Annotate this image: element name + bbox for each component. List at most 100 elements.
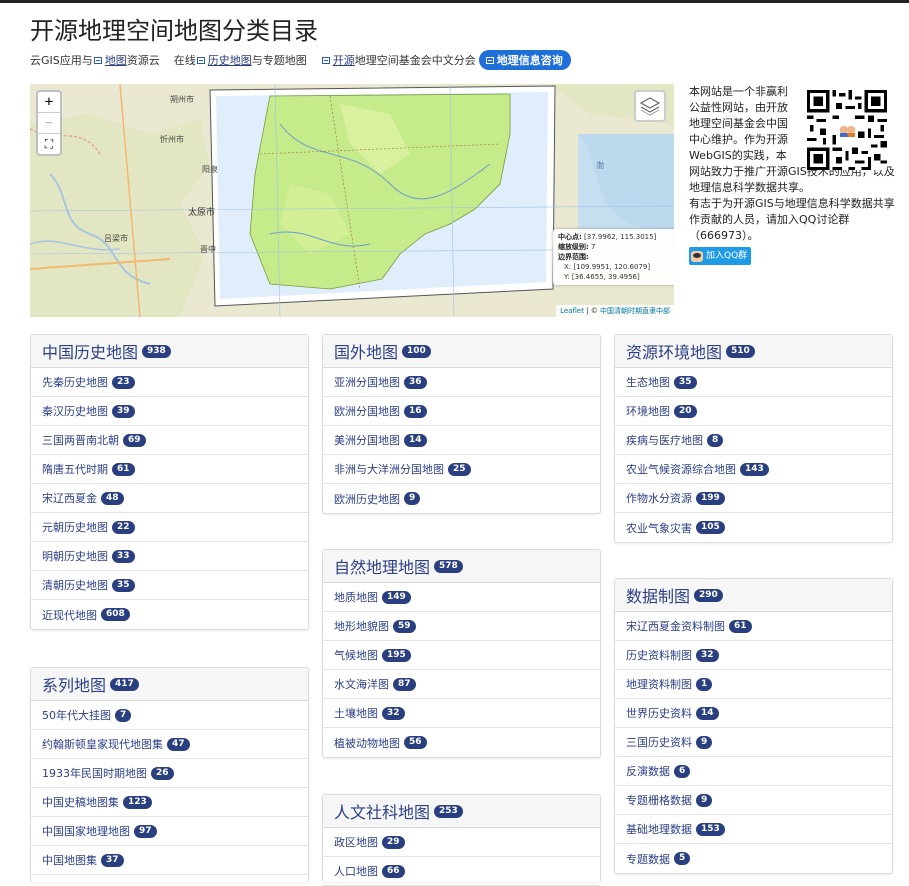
list-item[interactable]: 中国史稿地图集 123: [31, 788, 308, 817]
panel-title[interactable]: 自然地理地图: [334, 554, 430, 578]
list-item[interactable]: 地质地图 149: [323, 583, 600, 612]
panel-humanities: 人文社科地图 253 政区地图 29 人口地图 66: [322, 794, 601, 886]
count-badge: 36: [404, 375, 427, 389]
map-label-yangquan: 阳泉: [202, 165, 218, 174]
list-item[interactable]: 中国国家地理地图 97: [31, 817, 308, 846]
list-item[interactable]: 元朝历史地图 22: [31, 513, 308, 542]
list-item[interactable]: 农业气象灾害 105: [615, 513, 892, 542]
list-item[interactable]: 历史资料制图 32: [615, 641, 892, 670]
map-view[interactable]: 朔州市 忻州市 太原市 吕梁市 阳泉 晋中 渤 + − ⛶ 中心点: [37.9…: [30, 84, 674, 317]
item-label: 地理资料制图: [626, 678, 692, 691]
count-badge: 14: [404, 433, 427, 447]
list-item[interactable]: 地理资料制图 1: [615, 670, 892, 699]
list-item[interactable]: 宋辽西夏金资料制图 61: [615, 612, 892, 641]
list-item[interactable]: 欧洲历史地图 9: [323, 484, 600, 513]
list-item[interactable]: 环境地图 20: [615, 397, 892, 426]
count-badge: 153: [696, 822, 725, 836]
item-label: 明朝历史地图: [42, 550, 108, 563]
list-item[interactable]: 50年代大挂图 7: [31, 701, 308, 730]
count-badge: 61: [112, 462, 135, 476]
panel-title[interactable]: 国外地图: [334, 339, 398, 363]
list-item[interactable]: 非洲与大洋洲分国地图 25: [323, 455, 600, 484]
count-badge: 35: [112, 578, 135, 592]
osgeo-link[interactable]: 开源: [333, 52, 355, 68]
list-item[interactable]: 世界历史资料 14: [615, 699, 892, 728]
item-label: 农业气象灾害: [626, 521, 692, 535]
subtitle-text-4: 与专题地图: [251, 54, 307, 67]
top-bar: [0, 0, 909, 3]
item-label: 水文海洋图: [334, 678, 389, 691]
list-item[interactable]: 隋唐五代时期 61: [31, 455, 308, 484]
layers-button[interactable]: [634, 90, 666, 122]
leaflet-link[interactable]: Leaflet: [560, 307, 584, 315]
count-badge: 26: [151, 766, 174, 780]
count-badge: 32: [382, 706, 405, 720]
item-label: 地质地图: [334, 591, 378, 604]
list-item[interactable]: 疾病与医疗地图 8: [615, 426, 892, 455]
list-item[interactable]: 明朝历史地图 33: [31, 542, 308, 571]
list-item[interactable]: 约翰斯顿皇家现代地图集 47: [31, 730, 308, 759]
panel-header: 国外地图 100: [323, 335, 600, 368]
count-badge: 938: [142, 344, 171, 358]
fullscreen-button[interactable]: ⛶: [38, 134, 60, 154]
list-item[interactable]: 欧洲分国地图 16: [323, 397, 600, 426]
item-label: 基础地理数据: [626, 823, 692, 836]
list-item[interactable]: 水文海洋图 87: [323, 670, 600, 699]
list-item[interactable]: 清朝历史地图 35: [31, 571, 308, 600]
list-item[interactable]: 近现代地图 608: [31, 600, 308, 629]
panel-title[interactable]: 数据制图: [626, 583, 690, 607]
map-label-taiyuan: 太原市: [188, 208, 216, 218]
center-value: [37.9962, 115.3015]: [584, 233, 657, 241]
panel-series-maps: 系列地图 417 50年代大挂图 7 约翰斯顿皇家现代地图集 47 1933年民国时…: [30, 667, 309, 882]
bounds-x: X: [109.9951, 120.6079]: [564, 263, 651, 271]
zoom-out-button[interactable]: −: [38, 113, 60, 134]
list-item[interactable]: 先秦历史地图 23: [31, 368, 308, 397]
consult-button[interactable]: 地理信息咨询: [478, 50, 571, 70]
list-item[interactable]: 专题栅格数据 9: [615, 786, 892, 815]
bounds-y: Y: [36.4655, 39.4956]: [564, 273, 640, 281]
zoom-in-button[interactable]: +: [38, 92, 60, 113]
list-item[interactable]: 1933年民国时期地图 26: [31, 759, 308, 788]
item-label: 政区地图: [334, 836, 378, 849]
qq-icon: [691, 250, 703, 262]
list-item[interactable]: 生态地图 35: [615, 368, 892, 397]
list-item[interactable]: 亚洲分国地图 36: [323, 368, 600, 397]
count-badge: 9: [404, 492, 421, 505]
list-item[interactable]: 基础地理数据 153: [615, 815, 892, 844]
list-item[interactable]: 作物水分资源 199: [615, 484, 892, 513]
panel-title[interactable]: 系列地图: [42, 672, 106, 696]
list-item[interactable]: 反演数据 6: [615, 757, 892, 786]
item-label: 植被动物地图: [334, 736, 400, 750]
item-label: 先秦历史地图: [42, 376, 108, 389]
item-label: 中国国家地理地图: [42, 825, 130, 838]
panel-title[interactable]: 资源环境地图: [626, 339, 722, 363]
attribution-source[interactable]: 中国清朝时期直隶中部: [600, 307, 670, 315]
list-item[interactable]: 气候地图 195: [323, 641, 600, 670]
panel-title[interactable]: 中国历史地图: [42, 339, 138, 363]
list-item[interactable]: 美洲分国地图 14: [323, 426, 600, 455]
count-badge: 35: [674, 375, 697, 389]
join-qq-button[interactable]: 加入QQ群: [689, 247, 752, 265]
list-item[interactable]: 农业气候资源综合地图 143: [615, 455, 892, 484]
map-link[interactable]: 地图: [105, 52, 127, 68]
item-label: 1933年民国时期地图: [42, 767, 147, 780]
list-item[interactable]: 专题数据 5: [615, 844, 892, 873]
list-item[interactable]: 地形地貌图 59: [323, 612, 600, 641]
history-map-link[interactable]: 历史地图: [208, 52, 252, 68]
list-item[interactable]: 政区地图 29: [323, 828, 600, 857]
list-item[interactable]: 植被动物地图 56: [323, 728, 600, 757]
list-item[interactable]: 土壤地图 32: [323, 699, 600, 728]
list-item[interactable]: 三国两晋南北朝 69: [31, 426, 308, 455]
count-badge: 20: [674, 404, 697, 418]
zoom-level-label: 缩放级别:: [558, 243, 589, 251]
center-label: 中心点:: [558, 233, 582, 241]
list-item[interactable]: 宋辽西夏金 48: [31, 484, 308, 513]
list-item[interactable]: 三国历史资料 9: [615, 728, 892, 757]
subtitle-text: 云GIS应用与: [30, 54, 93, 67]
list-item[interactable]: 秦汉历史地图 39: [31, 397, 308, 426]
subtitle-text-3: 在线: [173, 54, 196, 67]
list-item[interactable]: 中国地图集 37: [31, 846, 308, 875]
panel-title[interactable]: 人文社科地图: [334, 799, 430, 823]
item-label: 宋辽西夏金: [42, 492, 97, 505]
map-label-shuozhou: 朔州市: [170, 95, 194, 104]
